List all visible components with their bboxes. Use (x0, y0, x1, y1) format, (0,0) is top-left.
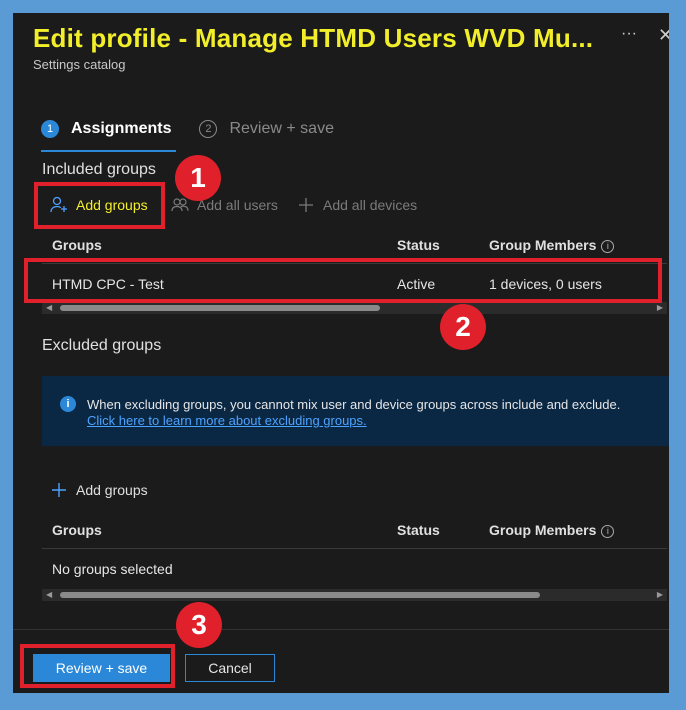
step-number-1: 1 (41, 120, 59, 138)
step-label-review-save: Review + save (229, 120, 334, 137)
wizard-steps: 1 Assignments 2 Review + save (41, 116, 334, 142)
step-number-2: 2 (199, 120, 218, 138)
add-all-devices-button[interactable]: Add all devices (297, 193, 417, 217)
excluded-groups-header: Groups Status Group Members i (42, 516, 667, 544)
more-options-button[interactable]: ··· (621, 25, 637, 43)
active-step-indicator (41, 150, 176, 152)
excluded-horizontal-scrollbar[interactable]: ◀ ▶ (42, 589, 667, 601)
exclusion-info-banner: i When excluding groups, you cannot mix … (42, 376, 669, 446)
add-all-users-label: Add all users (197, 197, 278, 213)
included-groups-heading: Included groups (42, 161, 156, 178)
scrollbar-thumb[interactable] (60, 305, 380, 311)
annotation-badge-1: 1 (175, 155, 221, 201)
column-group-members: Group Members i (489, 237, 615, 253)
highlight-review-save (20, 644, 175, 688)
info-icon[interactable]: i (601, 524, 615, 538)
plus-icon (50, 481, 68, 499)
empty-row: No groups selected (42, 548, 667, 588)
step-label-assignments: Assignments (71, 120, 172, 137)
plus-icon (297, 196, 315, 214)
step-assignments[interactable]: 1 Assignments (41, 120, 171, 138)
scroll-right-icon[interactable]: ▶ (657, 303, 663, 312)
highlight-group-row (24, 258, 662, 303)
scrollbar-thumb[interactable] (60, 592, 540, 598)
highlight-add-groups (34, 182, 165, 229)
cancel-button[interactable]: Cancel (185, 654, 275, 682)
scroll-left-icon[interactable]: ◀ (46, 590, 52, 599)
scroll-right-icon[interactable]: ▶ (657, 590, 663, 599)
included-horizontal-scrollbar[interactable]: ◀ ▶ (42, 302, 667, 314)
excluded-groups-heading: Excluded groups (42, 337, 162, 354)
empty-state-text: No groups selected (52, 561, 173, 577)
add-all-devices-label: Add all devices (323, 197, 418, 213)
info-icon: i (60, 396, 76, 412)
step-review-save[interactable]: 2 Review + save (199, 120, 334, 138)
included-groups-header: Groups Status Group Members i (42, 231, 667, 259)
users-icon (171, 196, 189, 214)
column-status: Status (397, 237, 440, 253)
footer-divider (13, 629, 669, 630)
close-button[interactable]: ✕ (658, 25, 669, 46)
edit-profile-panel: Edit profile - Manage HTMD Users WVD Mu.… (13, 13, 669, 693)
excluded-add-groups-label: Add groups (76, 482, 148, 498)
column-groups: Groups (52, 237, 102, 253)
column-group-members: Group Members i (489, 522, 615, 538)
annotation-badge-3: 3 (176, 602, 222, 648)
page-subtitle: Settings catalog (33, 57, 126, 72)
page-title: Edit profile - Manage HTMD Users WVD Mu.… (33, 23, 594, 53)
excluded-add-groups-button[interactable]: Add groups (50, 478, 148, 502)
column-groups: Groups (52, 522, 102, 538)
column-status: Status (397, 522, 440, 538)
scroll-left-icon[interactable]: ◀ (46, 303, 52, 312)
learn-more-link[interactable]: Click here to learn more about excluding… (87, 413, 367, 428)
info-message: When excluding groups, you cannot mix us… (87, 397, 621, 412)
info-icon[interactable]: i (601, 239, 615, 253)
annotation-badge-2: 2 (440, 304, 486, 350)
